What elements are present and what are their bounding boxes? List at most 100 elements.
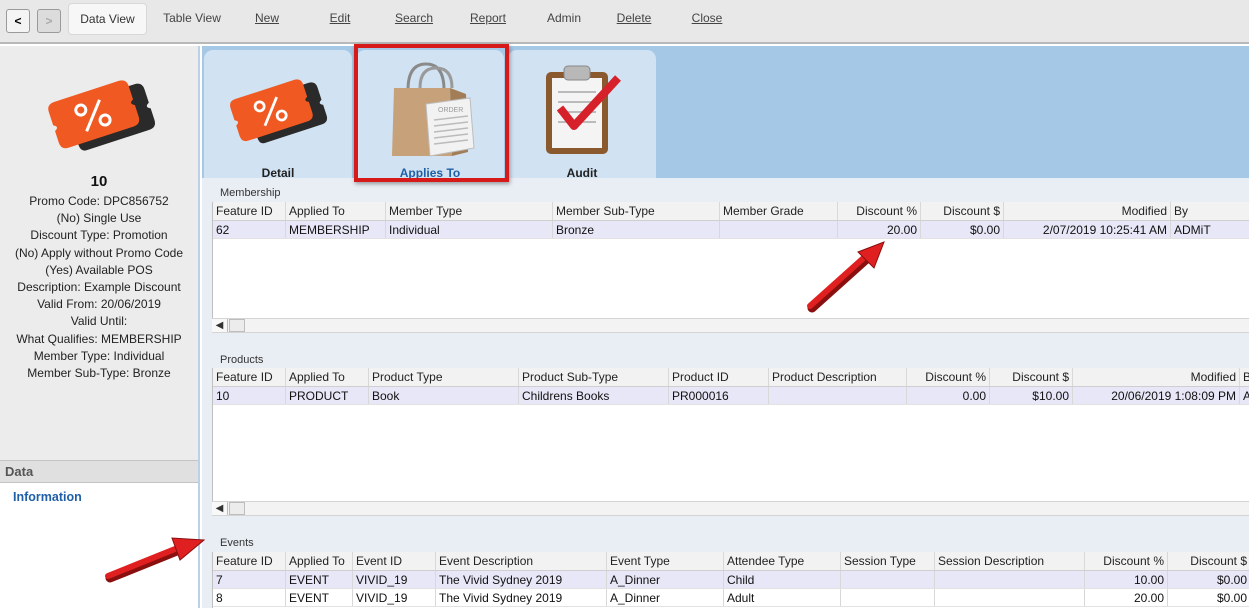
table-cell (720, 221, 838, 238)
forward-button[interactable]: > (37, 9, 61, 33)
table-cell: 7 (213, 571, 286, 588)
delete-button[interactable]: Delete (607, 3, 661, 35)
scrollbar-thumb[interactable] (229, 502, 245, 515)
events-grid-header: Feature ID Applied To Event ID Event Des… (213, 552, 1249, 571)
column-header[interactable]: Product Type (369, 368, 519, 386)
column-header[interactable]: Session Description (935, 552, 1085, 570)
column-header[interactable]: Event Description (436, 552, 607, 570)
table-cell: Individual (386, 221, 553, 238)
column-header[interactable]: Event Type (607, 552, 724, 570)
products-grid: Feature ID Applied To Product Type Produ… (212, 368, 1249, 501)
annotation-arrow-icon (807, 241, 885, 313)
column-header[interactable]: Member Sub-Type (553, 202, 720, 220)
column-header[interactable]: Member Grade (720, 202, 838, 220)
report-button[interactable]: Report (461, 3, 515, 35)
clipboard-check-icon (546, 65, 621, 154)
table-cell: A_Dinner (607, 589, 724, 606)
new-button-label: New (254, 11, 279, 25)
single-use: (No) Single Use (56, 211, 142, 226)
table-row[interactable]: 62 MEMBERSHIP Individual Bronze 20.00 $0… (213, 221, 1249, 239)
scroll-left-icon[interactable]: ◀ (212, 319, 228, 332)
column-header[interactable]: Feature ID (213, 552, 286, 570)
column-header[interactable]: Product Sub-Type (519, 368, 669, 386)
products-section-title: Products (220, 354, 264, 366)
table-cell: MEMBERSHIP (286, 221, 386, 238)
column-header[interactable]: Discount $ (1168, 552, 1249, 570)
column-header[interactable]: Discount % (907, 368, 990, 386)
discount-type: Discount Type: Promotion (30, 228, 168, 243)
table-row[interactable]: 8 EVENT VIVID_19 The Vivid Sydney 2019 A… (213, 589, 1249, 607)
back-button[interactable]: < (6, 9, 30, 33)
table-cell: VIVID_19 (353, 589, 436, 606)
description: Description: Example Discount (17, 279, 181, 294)
admin-button[interactable]: Admin (537, 3, 591, 35)
data-view-button[interactable]: Data View (68, 3, 147, 35)
membership-scrollbar[interactable]: ◀ (212, 318, 1249, 333)
column-header[interactable]: Feature ID (213, 202, 286, 220)
column-header[interactable]: Discount % (1085, 552, 1168, 570)
edit-button-label: Edit (329, 11, 351, 25)
tab-audit[interactable]: Audit (508, 50, 656, 180)
member-sub-type: Member Sub-Type: Bronze (27, 365, 171, 380)
tab-audit-label: Audit (566, 166, 598, 180)
main-content: Detail ORDER Applies To Audit Membership… (202, 44, 1249, 608)
table-row[interactable]: 10 PRODUCT Book Childrens Books PR000016… (213, 387, 1249, 405)
table-view-button[interactable]: Table View (153, 3, 231, 35)
column-header[interactable]: Modified (1004, 202, 1171, 220)
column-header[interactable]: Discount $ (921, 202, 1004, 220)
member-type: Member Type: Individual (33, 348, 165, 363)
search-button-label: Search (394, 11, 434, 25)
new-button[interactable]: New (240, 3, 294, 35)
edit-button[interactable]: Edit (315, 3, 365, 35)
data-section-header: Data (0, 460, 198, 483)
column-header[interactable]: Modified (1073, 368, 1240, 386)
column-header[interactable]: Discount % (838, 202, 921, 220)
table-cell: $0.00 (1216, 591, 1247, 605)
table-cell: $10.00 (990, 387, 1073, 404)
column-header[interactable]: Applied To (286, 552, 353, 570)
close-button[interactable]: Close (680, 3, 734, 35)
table-cell: 8 (213, 589, 286, 606)
table-cell: Book (369, 387, 519, 404)
column-header[interactable]: B (1240, 368, 1249, 386)
column-header[interactable]: Attendee Type (724, 552, 841, 570)
promo-details: Promo Code: DPC856752 (No) Single Use Di… (0, 193, 198, 382)
annotation-arrow-icon (105, 537, 206, 583)
table-cell: 10.00 (1085, 571, 1168, 588)
information-link[interactable]: Information (13, 490, 82, 504)
table-cell (841, 589, 935, 606)
products-scrollbar[interactable]: ◀ (212, 501, 1249, 516)
column-header[interactable]: Feature ID (213, 368, 286, 386)
column-header[interactable]: By (1171, 202, 1249, 220)
column-header[interactable]: Discount $ (990, 368, 1073, 386)
table-cell: The Vivid Sydney 2019 (436, 571, 607, 588)
table-cell: A_Dinner (607, 571, 724, 588)
table-cell: Child (724, 571, 841, 588)
column-header[interactable]: Session Type (841, 552, 935, 570)
table-cell: $0.00 (1216, 573, 1247, 587)
table-cell (841, 571, 935, 588)
promo-code: Promo Code: DPC856752 (29, 194, 169, 208)
events-section-title: Events (220, 537, 254, 549)
column-header[interactable]: Product ID (669, 368, 769, 386)
report-button-label: Report (469, 11, 507, 25)
scroll-left-icon[interactable]: ◀ (212, 502, 228, 515)
table-cell: ADMiT (1174, 223, 1211, 237)
table-cell: EVENT (286, 571, 353, 588)
table-cell: 0.00 (907, 387, 990, 404)
table-cell: 62 (213, 221, 286, 238)
tab-strip: Detail ORDER Applies To Audit (202, 44, 1249, 182)
table-cell: VIVID_19 (353, 571, 436, 588)
column-header[interactable]: Applied To (286, 368, 369, 386)
table-cell: 20/06/2019 1:08:09 PM (1073, 387, 1240, 404)
scrollbar-thumb[interactable] (229, 319, 245, 332)
tab-detail[interactable]: Detail (204, 50, 352, 180)
column-header[interactable]: Event ID (353, 552, 436, 570)
column-header[interactable]: Member Type (386, 202, 553, 220)
search-button[interactable]: Search (385, 3, 443, 35)
column-header[interactable]: Product Description (769, 368, 907, 386)
column-header[interactable]: Applied To (286, 202, 386, 220)
membership-grid-header: Feature ID Applied To Member Type Member… (213, 202, 1249, 221)
table-row[interactable]: 7 EVENT VIVID_19 The Vivid Sydney 2019 A… (213, 571, 1249, 589)
table-cell: Adult (724, 589, 841, 606)
